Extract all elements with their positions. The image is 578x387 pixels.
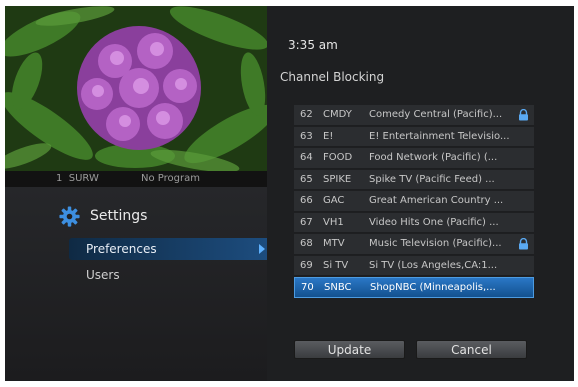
channel-num: 63 xyxy=(300,130,313,142)
cancel-button[interactable]: Cancel xyxy=(416,340,527,359)
menu-item-users[interactable]: Users xyxy=(69,264,269,286)
settings-header: Settings xyxy=(59,205,147,227)
channel-name: E! Entertainment Televisio... xyxy=(369,130,509,142)
channel-call: SPIKE xyxy=(323,173,352,185)
channel-row[interactable]: 69 Si TV Si TV (Los Angeles,CA:1... xyxy=(294,255,534,276)
channel-call: SNBC xyxy=(324,282,352,293)
channel-blocking-panel: 3:35 am Channel Blocking 62 CMDY Comedy … xyxy=(267,6,574,381)
lock-icon xyxy=(519,238,528,250)
channel-row[interactable]: 62 CMDY Comedy Central (Pacific)... xyxy=(294,105,534,126)
update-button[interactable]: Update xyxy=(294,340,405,359)
channel-row-selected[interactable]: 70 SNBC ShopNBC (Minneapolis,... xyxy=(294,277,534,298)
channel-call: CMDY xyxy=(323,109,352,120)
lock-icon xyxy=(519,109,528,121)
channel-call: MTV xyxy=(323,238,345,249)
channel-name: Si TV (Los Angeles,CA:1... xyxy=(369,259,498,271)
channel-row[interactable]: 66 GAC Great American Country ... xyxy=(294,191,534,212)
channel-number: 1 SURW xyxy=(56,173,99,184)
settings-title: Settings xyxy=(90,208,148,224)
channel-name: ShopNBC (Minneapolis,... xyxy=(370,282,496,293)
channel-call: E! xyxy=(323,130,334,142)
channel-name: Music Television (Pacific)... xyxy=(369,238,502,249)
channel-num: 67 xyxy=(300,216,313,228)
settings-menu: Settings Preferences Users xyxy=(5,187,269,381)
channel-info-bar: 1 SURW No Program xyxy=(5,171,267,187)
channel-num: 62 xyxy=(300,109,313,120)
channel-row[interactable]: 68 MTV Music Television (Pacific)... xyxy=(294,234,534,255)
channel-num: 69 xyxy=(300,259,313,271)
flower-image xyxy=(5,6,267,171)
channel-name: Spike TV (Pacific Feed) ... xyxy=(369,173,495,185)
channel-call: FOOD xyxy=(323,152,353,163)
channel-name: Great American Country ... xyxy=(369,195,504,206)
channel-name: Video Hits One (Pacific) ... xyxy=(369,216,499,228)
clock: 3:35 am xyxy=(288,38,338,52)
channel-row[interactable]: 64 FOOD Food Network (Pacific) (... xyxy=(294,148,534,169)
channel-num: 65 xyxy=(300,173,313,185)
channel-row[interactable]: 67 VH1 Video Hits One (Pacific) ... xyxy=(294,212,534,233)
page-title: Channel Blocking xyxy=(280,70,385,84)
menu-item-label: Preferences xyxy=(86,242,157,256)
video-preview xyxy=(5,6,267,171)
menu-item-label: Users xyxy=(86,268,120,282)
channel-call: Si TV xyxy=(323,259,349,271)
channel-num: 66 xyxy=(300,195,313,206)
program-title: No Program xyxy=(141,173,200,184)
channel-num: 68 xyxy=(300,238,313,249)
channel-list: 62 CMDY Comedy Central (Pacific)... 63 E… xyxy=(294,105,534,299)
channel-name: Comedy Central (Pacific)... xyxy=(369,109,503,120)
channel-num: 64 xyxy=(300,152,313,163)
channel-call: GAC xyxy=(323,195,345,206)
channel-call: VH1 xyxy=(323,216,344,228)
tv-screen: 1 SURW No Program Settings Preferences U… xyxy=(5,6,574,381)
gear-icon xyxy=(59,205,80,227)
channel-num: 70 xyxy=(301,282,314,293)
channel-name: Food Network (Pacific) (... xyxy=(369,152,498,163)
menu-item-preferences[interactable]: Preferences xyxy=(69,238,269,260)
channel-row[interactable]: 65 SPIKE Spike TV (Pacific Feed) ... xyxy=(294,169,534,190)
channel-row[interactable]: 63 E! E! Entertainment Televisio... xyxy=(294,126,534,147)
chevron-right-icon xyxy=(259,244,265,254)
